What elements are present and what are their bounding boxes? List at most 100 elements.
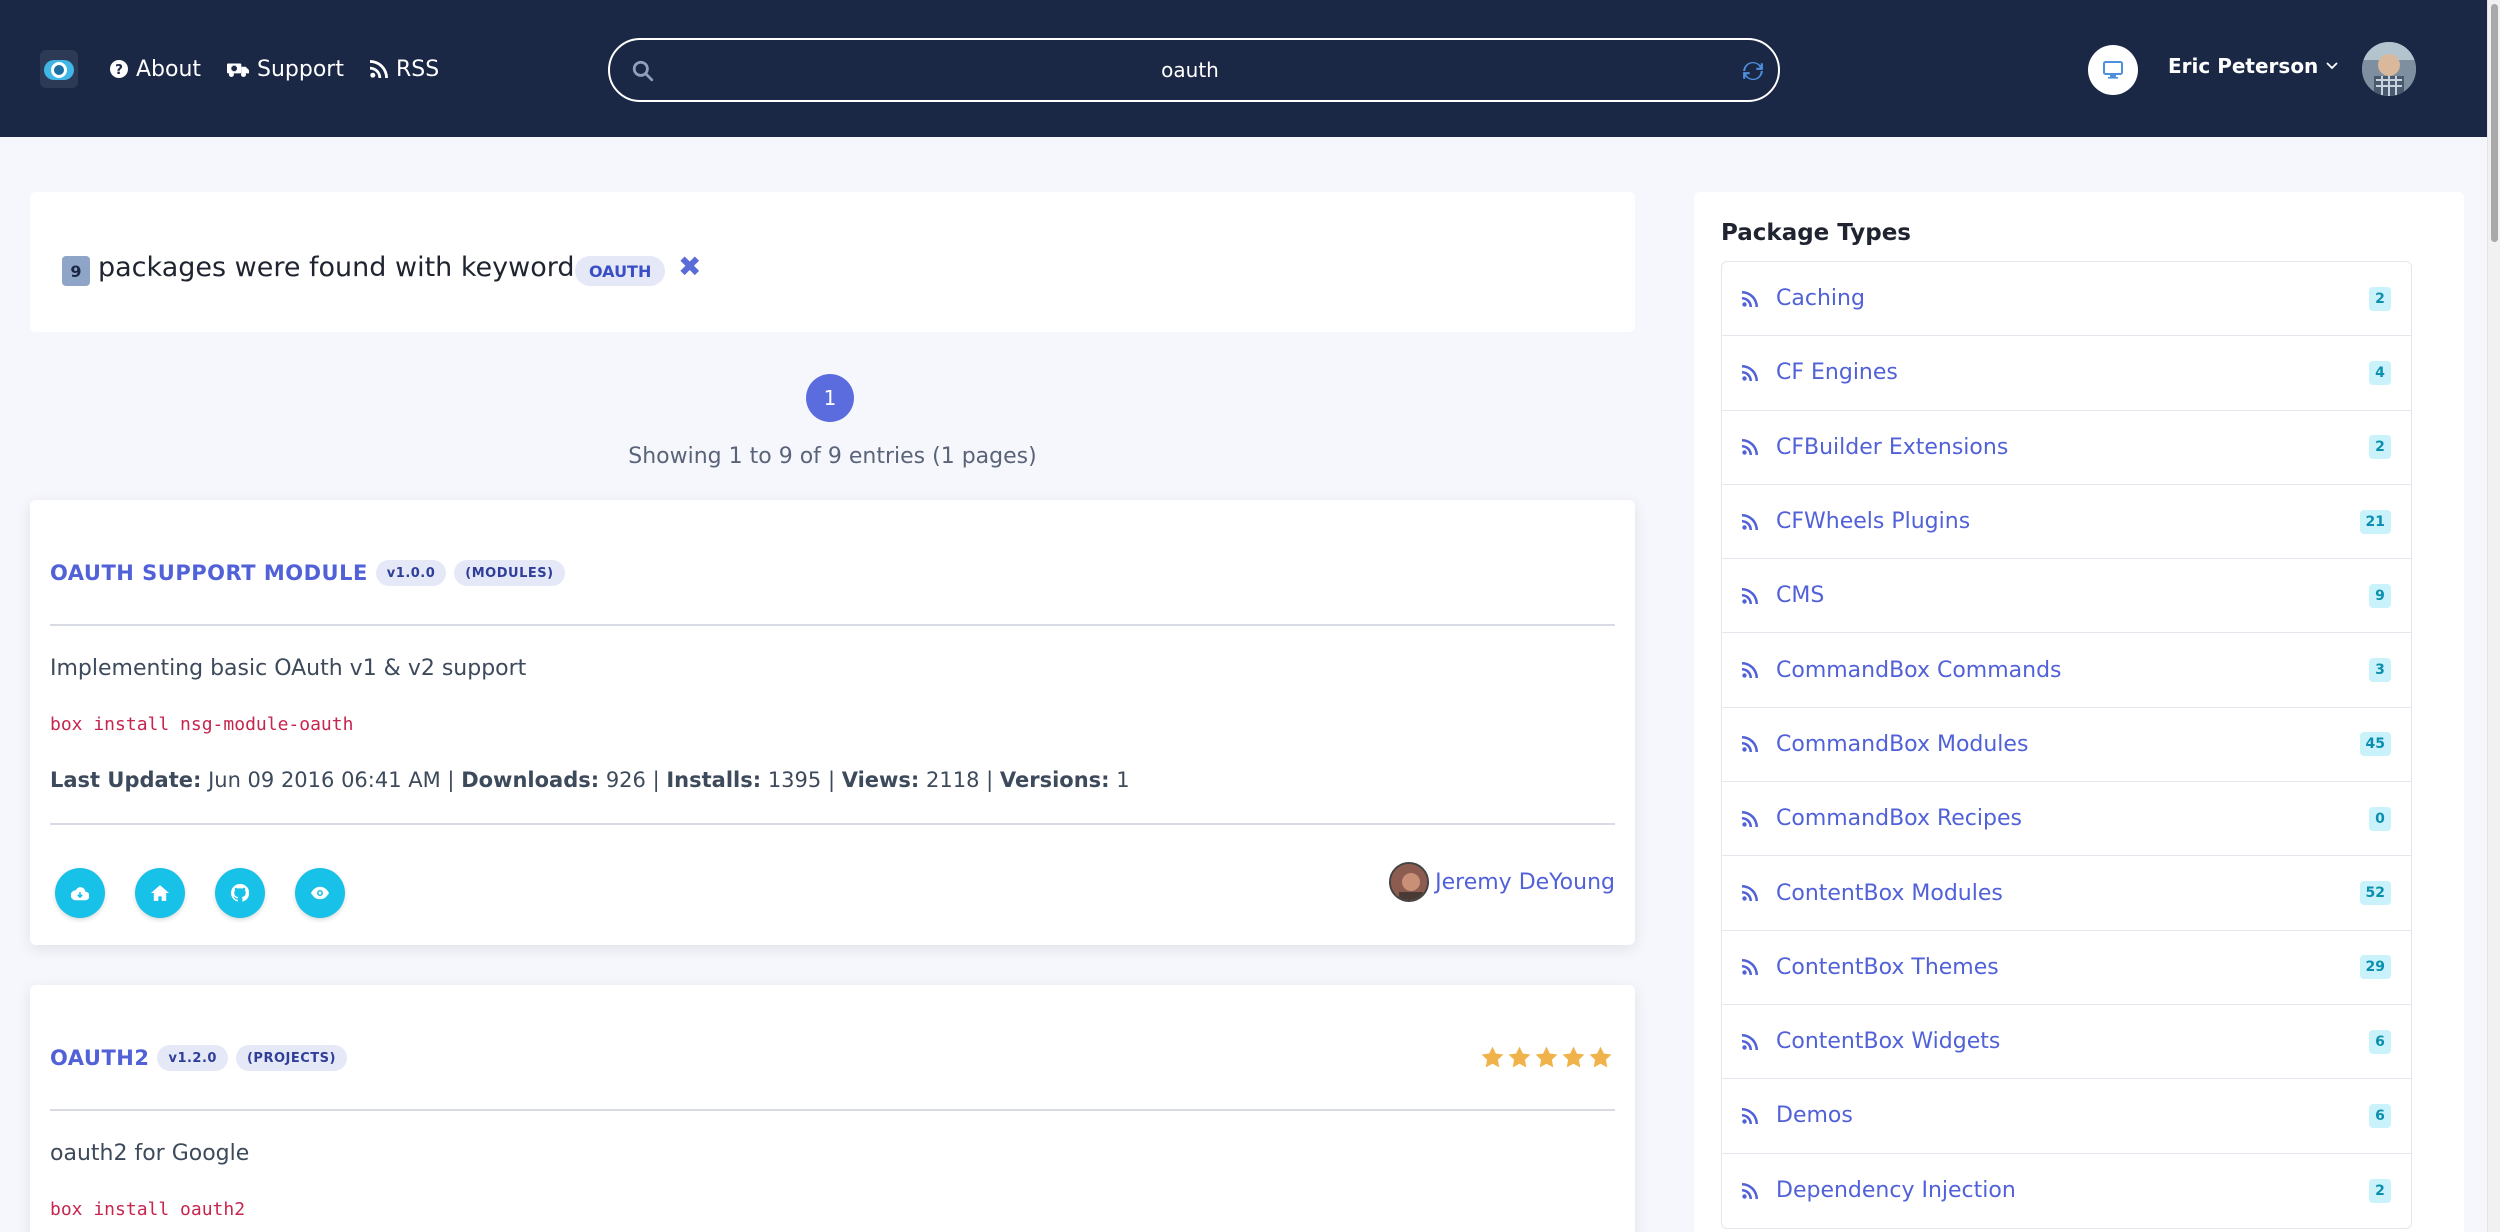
package-type-count-badge: 0 — [2369, 806, 2391, 831]
rss-icon — [1742, 1033, 1758, 1050]
rss-icon — [1742, 587, 1758, 604]
package-type-item[interactable]: CFBuilder Extensions 2 — [1722, 411, 2411, 485]
package-type-item[interactable]: CommandBox Modules 45 — [1722, 708, 2411, 783]
package-type-item[interactable]: CFWheels Plugins 21 — [1722, 485, 2411, 560]
package-type-badge: (PROJECTS) — [235, 1045, 347, 1071]
star-icon — [1481, 1046, 1504, 1068]
package-title-link[interactable]: OAUTH SUPPORT MODULE — [50, 561, 368, 585]
divider — [50, 1109, 1615, 1111]
package-type-count-badge: 6 — [2369, 1103, 2391, 1128]
package-type-label[interactable]: CommandBox Modules — [1776, 732, 2028, 757]
star-icon — [1562, 1046, 1585, 1068]
package-type-item[interactable]: CMS 9 — [1722, 559, 2411, 634]
monitor-icon — [2103, 61, 2123, 79]
rss-icon — [1742, 1107, 1758, 1124]
package-type-item[interactable]: Dependency Injection 2 — [1722, 1154, 2411, 1228]
package-version-badge: v1.2.0 — [157, 1045, 228, 1071]
rss-icon — [370, 60, 388, 78]
nav-about-link[interactable]: ? About — [110, 54, 201, 84]
package-type-label[interactable]: Caching — [1776, 286, 1865, 311]
package-type-item[interactable]: ContentBox Themes 29 — [1722, 931, 2411, 1005]
package-type-label[interactable]: CommandBox Recipes — [1776, 806, 2022, 831]
package-author[interactable]: Jeremy DeYoung — [1389, 862, 1615, 902]
package-type-count-badge: 2 — [2369, 286, 2391, 311]
search-results-summary: 9 packages were found with keyword: OAUT… — [30, 192, 1635, 332]
package-type-label[interactable]: ContentBox Widgets — [1776, 1029, 2000, 1054]
package-description: Implementing basic OAuth v1 & v2 support — [50, 656, 527, 681]
package-type-label[interactable]: CFBuilder Extensions — [1776, 435, 2008, 460]
forgebox-logo[interactable] — [40, 50, 78, 88]
homepage-button[interactable] — [135, 868, 185, 918]
package-type-count-badge: 6 — [2369, 1029, 2391, 1054]
github-button[interactable] — [215, 868, 265, 918]
package-type-count-badge: 2 — [2369, 1178, 2391, 1203]
package-type-count-badge: 4 — [2369, 360, 2391, 385]
author-name: Jeremy DeYoung — [1435, 869, 1615, 895]
top-navbar: ? About Support RSS Eric Peterson — [0, 0, 2487, 137]
nav-support-label: Support — [257, 56, 344, 82]
nav-rss-link[interactable]: RSS — [370, 54, 439, 84]
nav-about-label: About — [136, 56, 202, 82]
rss-icon — [1742, 662, 1758, 679]
rss-icon — [1742, 290, 1758, 307]
package-meta: Last Update: Jun 09 2016 06:41 AM | Down… — [50, 768, 1130, 792]
package-type-item[interactable]: ContentBox Modules 52 — [1722, 856, 2411, 931]
package-type-item[interactable]: CommandBox Commands 3 — [1722, 633, 2411, 708]
package-type-item[interactable]: Caching 2 — [1722, 262, 2411, 337]
search-bar — [608, 38, 1780, 102]
package-card: OAUTH2 v1.2.0 (PROJECTS) oauth2 for Goog… — [30, 985, 1635, 1232]
user-menu[interactable]: Eric Peterson — [2168, 54, 2338, 78]
chevron-down-icon — [2326, 62, 2338, 70]
scrollbar-thumb[interactable] — [2491, 4, 2498, 242]
user-avatar[interactable] — [2362, 42, 2416, 96]
clear-search-icon[interactable]: ✖ — [678, 250, 701, 283]
package-type-label[interactable]: CFWheels Plugins — [1776, 509, 1970, 534]
package-type-label[interactable]: ContentBox Modules — [1776, 881, 2003, 906]
package-type-badge: (MODULES) — [454, 560, 565, 586]
theme-toggle-button[interactable] — [2088, 45, 2138, 95]
package-rating — [1480, 1045, 1613, 1070]
page-scrollbar[interactable] — [2487, 0, 2500, 1232]
pagination-page-1[interactable]: 1 — [806, 374, 854, 422]
package-type-label[interactable]: CF Engines — [1776, 360, 1898, 385]
download-button[interactable] — [55, 868, 105, 918]
package-type-count-badge: 29 — [2359, 955, 2391, 980]
package-install-command: box install oauth2 — [50, 1199, 246, 1220]
package-type-item[interactable]: CommandBox Recipes 0 — [1722, 782, 2411, 857]
star-icon — [1535, 1046, 1558, 1068]
package-type-count-badge: 21 — [2359, 509, 2391, 534]
package-types-list: Caching 2 CF Engines 4 CFBuilder Extensions 2… — [1721, 261, 2412, 1229]
nav-support-link[interactable]: Support — [227, 54, 344, 84]
package-type-count-badge: 52 — [2359, 881, 2391, 906]
package-type-count-badge: 2 — [2369, 435, 2391, 460]
package-type-item[interactable]: ContentBox Widgets 6 — [1722, 1005, 2411, 1080]
package-type-label[interactable]: Dependency Injection — [1776, 1178, 2016, 1203]
rss-icon — [1742, 885, 1758, 902]
search-icon — [632, 60, 654, 82]
search-input[interactable] — [670, 50, 1710, 90]
package-type-item[interactable]: CF Engines 4 — [1722, 336, 2411, 411]
package-type-item[interactable]: Demos 6 — [1722, 1079, 2411, 1154]
keyword-badge: OAUTH — [575, 256, 666, 286]
pagination-summary: Showing 1 to 9 of 9 entries (1 pages) — [628, 444, 1037, 469]
package-type-label[interactable]: ContentBox Themes — [1776, 955, 1999, 980]
package-type-count-badge: 9 — [2369, 583, 2391, 608]
rss-icon — [1742, 364, 1758, 381]
rss-icon — [1742, 439, 1758, 456]
package-version-badge: v1.0.0 — [375, 560, 447, 586]
user-name-label: Eric Peterson — [2168, 54, 2319, 78]
package-title-link[interactable]: OAUTH2 — [50, 1046, 149, 1070]
rss-icon — [1742, 513, 1758, 530]
eye-icon — [311, 886, 329, 900]
package-type-count-badge: 3 — [2369, 658, 2391, 683]
package-type-label[interactable]: Demos — [1776, 1103, 1853, 1128]
package-type-label[interactable]: CMS — [1776, 583, 1824, 608]
package-types-panel: Package Types Caching 2 CF Engines 4 CFBuild… — [1694, 192, 2464, 1232]
home-icon — [151, 885, 169, 901]
refresh-icon[interactable] — [1742, 60, 1764, 82]
view-button[interactable] — [295, 868, 345, 918]
rss-icon — [1742, 810, 1758, 827]
svg-text:?: ? — [115, 62, 123, 78]
divider — [50, 624, 1615, 626]
package-type-label[interactable]: CommandBox Commands — [1776, 658, 2062, 683]
